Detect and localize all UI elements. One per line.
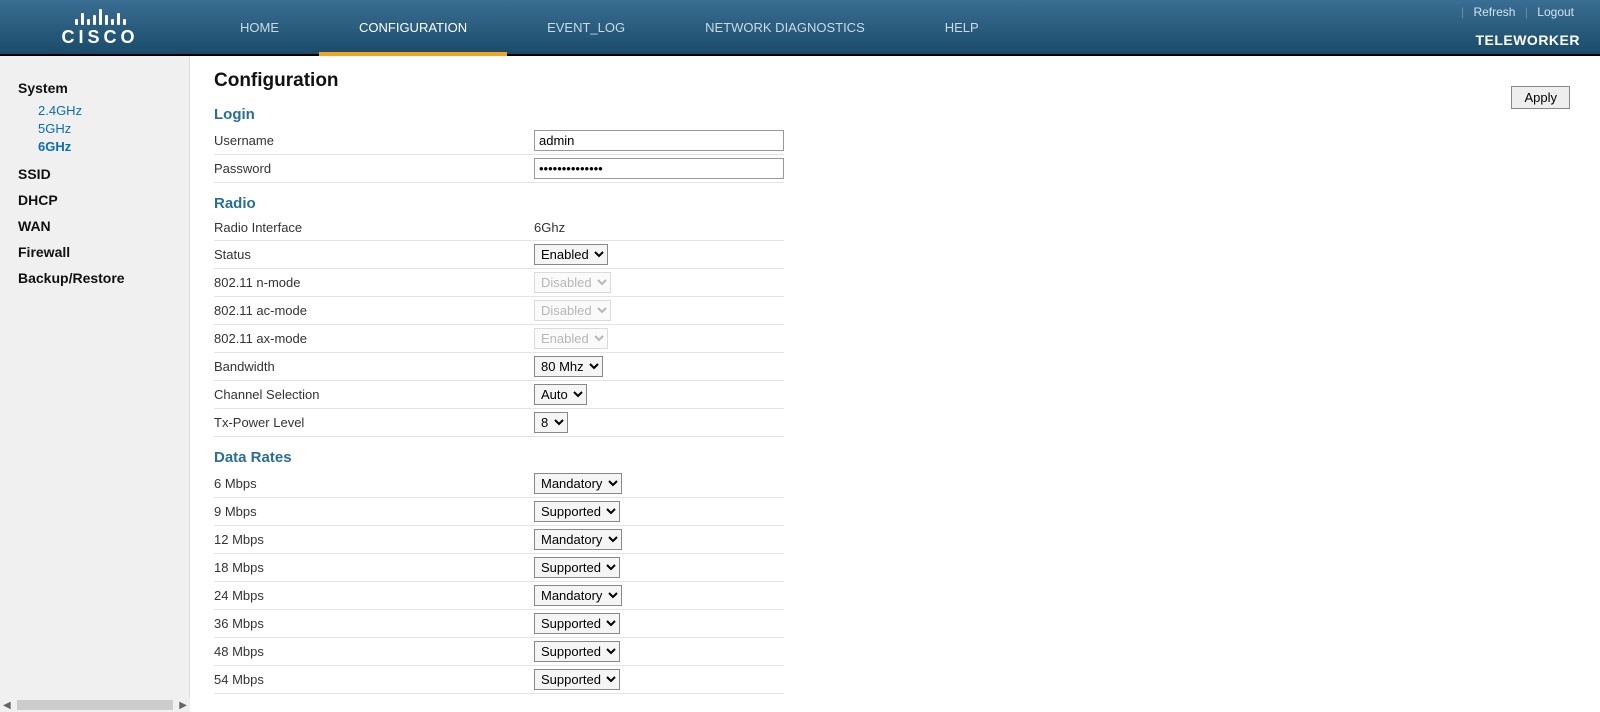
page-title: Configuration: [214, 70, 1576, 92]
sidebar-sub-5ghz[interactable]: 5GHz: [38, 120, 179, 138]
username-input[interactable]: [534, 130, 784, 151]
refresh-link[interactable]: Refresh: [1467, 5, 1521, 19]
cisco-logo-text: CISCO: [61, 27, 138, 48]
sidebar-sub-6ghz[interactable]: 6GHz: [38, 138, 179, 156]
rate-label: 12 Mbps: [214, 525, 534, 553]
nav-configuration[interactable]: CONFIGURATION: [319, 0, 507, 54]
radio-interface-label: Radio Interface: [214, 216, 534, 240]
main-nav: HOME CONFIGURATION EVENT_LOG NETWORK DIA…: [200, 0, 1019, 54]
nav-help[interactable]: HELP: [905, 0, 1019, 54]
bandwidth-select[interactable]: 80 Mhz: [534, 356, 603, 377]
txpower-label: Tx-Power Level: [214, 408, 534, 436]
password-input[interactable]: [534, 158, 784, 179]
cisco-logo: CISCO: [0, 7, 200, 48]
rate-select-24[interactable]: Mandatory: [534, 585, 622, 606]
radio-table: Radio Interface 6Ghz Status Enabled 802.…: [214, 216, 784, 437]
rate-select-18[interactable]: Supported: [534, 557, 620, 578]
data-rates-table: 6 Mbps Mandatory 9 Mbps Supported 12 Mbp…: [214, 470, 784, 694]
login-table: Username Password: [214, 127, 784, 183]
acmode-label: 802.11 ac-mode: [214, 296, 534, 324]
sidebar-hscroll[interactable]: ◀ ▶: [0, 698, 190, 712]
rate-select-54[interactable]: Supported: [534, 669, 620, 690]
sidebar-item-system[interactable]: System: [18, 80, 179, 96]
rate-select-48[interactable]: Supported: [534, 641, 620, 662]
scroll-right-icon[interactable]: ▶: [176, 700, 190, 711]
bandwidth-label: Bandwidth: [214, 352, 534, 380]
sidebar-item-firewall[interactable]: Firewall: [18, 244, 179, 260]
channel-select[interactable]: Auto: [534, 384, 587, 405]
status-select[interactable]: Enabled: [534, 244, 608, 265]
rate-select-36[interactable]: Supported: [534, 613, 620, 634]
nav-network-diagnostics[interactable]: NETWORK DIAGNOSTICS: [665, 0, 905, 54]
sidebar-sub-24ghz[interactable]: 2.4GHz: [38, 102, 179, 120]
rate-select-6[interactable]: Mandatory: [534, 473, 622, 494]
section-radio-title: Radio: [214, 195, 1576, 212]
top-right-links: | Refresh | Logout: [1461, 5, 1580, 19]
logout-link[interactable]: Logout: [1531, 5, 1580, 19]
txpower-select[interactable]: 8: [534, 412, 568, 433]
username-label: Username: [214, 127, 534, 155]
top-bar: CISCO HOME CONFIGURATION EVENT_LOG NETWO…: [0, 0, 1600, 56]
rate-label: 9 Mbps: [214, 497, 534, 525]
rate-label: 36 Mbps: [214, 609, 534, 637]
nav-home[interactable]: HOME: [200, 0, 319, 54]
section-data-rates-title: Data Rates: [214, 449, 1576, 466]
acmode-select: Disabled: [534, 300, 611, 321]
sidebar: System 2.4GHz 5GHz 6GHz SSID DHCP WAN Fi…: [0, 56, 190, 708]
password-label: Password: [214, 155, 534, 183]
rate-label: 6 Mbps: [214, 470, 534, 498]
rate-label: 24 Mbps: [214, 581, 534, 609]
status-label: Status: [214, 240, 534, 268]
sidebar-item-ssid[interactable]: SSID: [18, 166, 179, 182]
rate-select-12[interactable]: Mandatory: [534, 529, 622, 550]
rate-label: 48 Mbps: [214, 637, 534, 665]
apply-button[interactable]: Apply: [1511, 86, 1570, 109]
radio-interface-value: 6Ghz: [534, 216, 784, 240]
sidebar-item-backup-restore[interactable]: Backup/Restore: [18, 270, 179, 286]
nav-event-log[interactable]: EVENT_LOG: [507, 0, 665, 54]
nmode-select: Disabled: [534, 272, 611, 293]
rate-label: 18 Mbps: [214, 553, 534, 581]
role-label: TELEWORKER: [1475, 32, 1580, 48]
nmode-label: 802.11 n-mode: [214, 268, 534, 296]
sidebar-item-wan[interactable]: WAN: [18, 218, 179, 234]
rate-label: 54 Mbps: [214, 665, 534, 693]
cisco-logo-icon: [75, 7, 126, 25]
scroll-left-icon[interactable]: ◀: [0, 700, 14, 711]
sidebar-item-dhcp[interactable]: DHCP: [18, 192, 179, 208]
content: Configuration Apply Login Username Passw…: [190, 56, 1600, 708]
axmode-select: Enabled: [534, 328, 608, 349]
axmode-label: 802.11 ax-mode: [214, 324, 534, 352]
rate-select-9[interactable]: Supported: [534, 501, 620, 522]
section-login-title: Login: [214, 106, 1576, 123]
channel-label: Channel Selection: [214, 380, 534, 408]
scroll-track[interactable]: [17, 700, 174, 710]
